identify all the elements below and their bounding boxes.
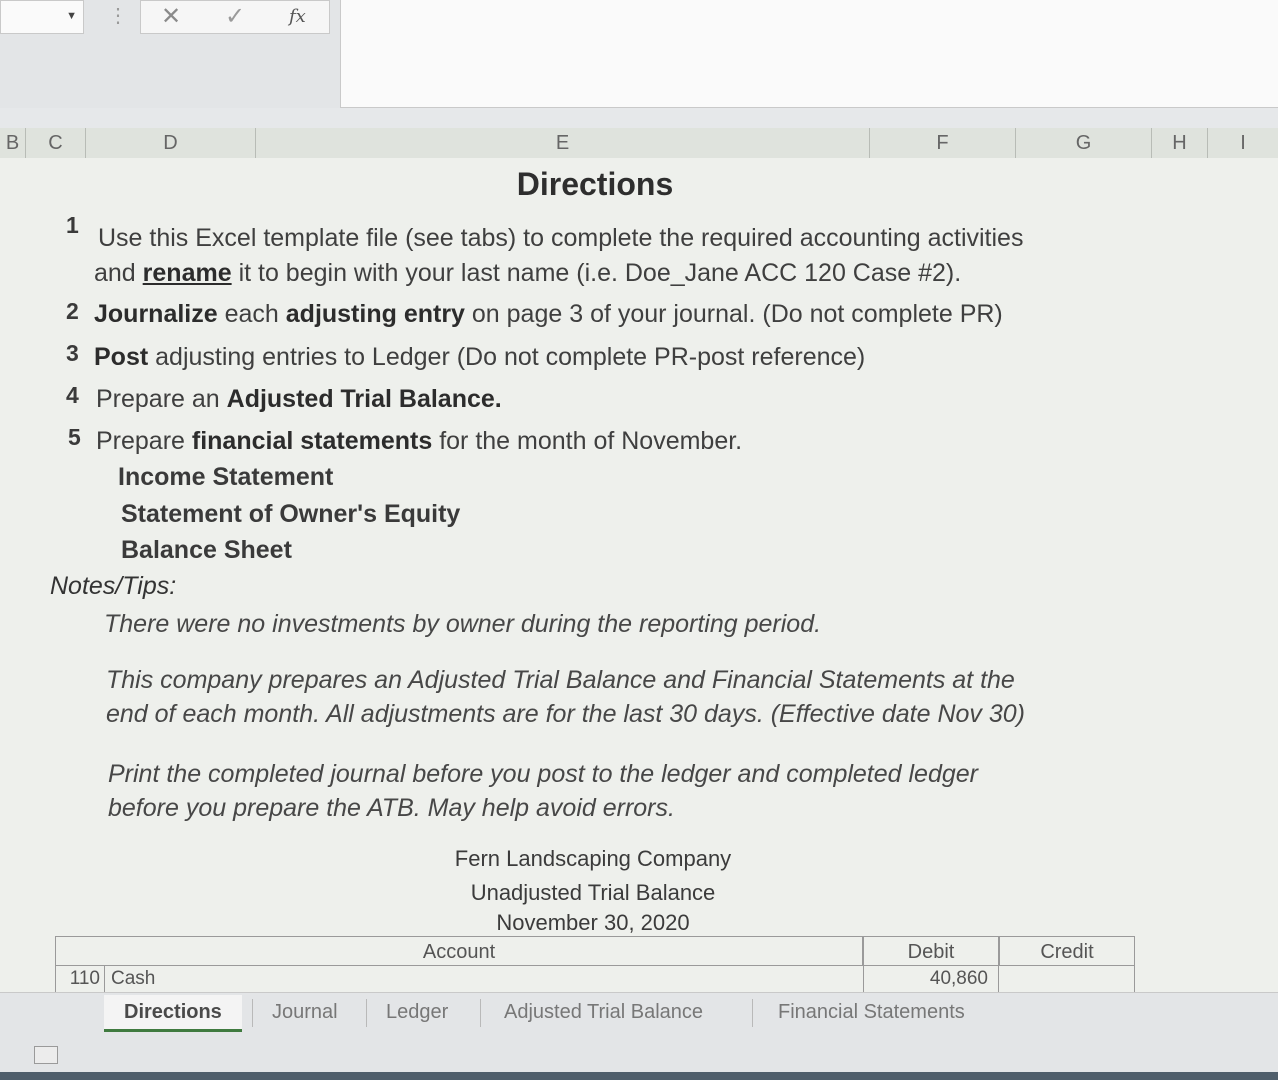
status-bar	[0, 1038, 1278, 1072]
sheet-tabs: Directions Journal Ledger Adjusted Trial…	[0, 992, 1278, 1039]
worksheet[interactable]: Directions 1 Use this Excel template fil…	[0, 158, 1278, 992]
note-text: There were no investments by owner durin…	[104, 610, 822, 638]
column-header-f[interactable]: F	[870, 128, 1016, 158]
trial-balance-table: Account Debit Credit 110 Cash 40,860	[55, 936, 1135, 992]
taskbar-edge	[0, 1072, 1278, 1080]
statement-income: Income Statement	[118, 463, 334, 491]
formula-input[interactable]	[340, 0, 1278, 108]
step-number: 2	[66, 298, 79, 324]
column-header-e[interactable]: E	[256, 128, 870, 158]
column-headers: B C D E F G H I	[0, 128, 1278, 159]
formula-bar: ▼ ⋮ ✕ ✓ fx	[0, 0, 1278, 108]
step-text: Prepare financial statements for the mon…	[96, 427, 743, 455]
step-text-continued: and rename it to begin with your last na…	[94, 259, 962, 287]
tab-directions[interactable]: Directions	[104, 995, 242, 1032]
account-name[interactable]: Cash	[111, 966, 861, 992]
tab-divider	[480, 999, 481, 1027]
step-number: 4	[66, 382, 79, 408]
tab-divider	[366, 999, 367, 1027]
page-title: Directions	[516, 166, 674, 202]
tab-divider	[752, 999, 753, 1027]
note-text: before you prepare the ATB. May help avo…	[108, 794, 675, 822]
formula-buttons: ✕ ✓ fx	[140, 0, 330, 34]
step-text: Use this Excel template file (see tabs) …	[98, 224, 1024, 252]
report-date: November 30, 2020	[496, 910, 690, 935]
statement-owners-equity: Statement of Owner's Equity	[121, 500, 461, 528]
column-header-c[interactable]: C	[26, 128, 86, 158]
tab-divider	[252, 999, 253, 1027]
cancel-icon[interactable]: ✕	[161, 3, 181, 31]
company-name: Fern Landscaping Company	[454, 846, 732, 871]
tab-ledger[interactable]: Ledger	[386, 995, 448, 1029]
column-header-account: Account	[55, 936, 863, 966]
column-header-h[interactable]: H	[1152, 128, 1208, 158]
note-text: This company prepares an Adjusted Trial …	[106, 666, 1015, 694]
tab-financial-statements[interactable]: Financial Statements	[778, 995, 965, 1029]
drag-handle-icon[interactable]: ⋮	[108, 2, 128, 30]
report-title: Unadjusted Trial Balance	[470, 880, 716, 905]
insert-function-icon[interactable]: fx	[289, 3, 306, 31]
macro-record-icon[interactable]	[34, 1046, 58, 1064]
note-text: Print the completed journal before you p…	[108, 760, 978, 788]
step-number: 3	[66, 340, 79, 366]
tab-journal[interactable]: Journal	[272, 995, 338, 1029]
step-number: 5	[68, 424, 81, 450]
note-text: end of each month. All adjustments are f…	[106, 700, 1026, 728]
credit-amount[interactable]	[999, 966, 1135, 992]
notes-header: Notes/Tips:	[50, 572, 177, 600]
check-icon[interactable]: ✓	[225, 3, 245, 31]
column-header-debit: Debit	[863, 936, 999, 966]
chevron-down-icon[interactable]: ▼	[66, 10, 77, 22]
column-header-b[interactable]: B	[0, 128, 26, 158]
debit-amount[interactable]: 40,860	[863, 966, 999, 992]
name-box[interactable]: ▼	[0, 0, 84, 34]
step-text: Prepare an Adjusted Trial Balance.	[96, 385, 502, 413]
column-header-d[interactable]: D	[86, 128, 256, 158]
account-number[interactable]: 110	[55, 966, 105, 992]
step-text: Journalize each adjusting entry on page …	[94, 300, 1003, 328]
column-header-i[interactable]: I	[1208, 128, 1278, 158]
column-header-credit: Credit	[999, 936, 1135, 966]
step-text: Post adjusting entries to Ledger (Do not…	[94, 343, 866, 371]
step-number: 1	[66, 212, 79, 238]
column-header-g[interactable]: G	[1016, 128, 1152, 158]
statement-balance-sheet: Balance Sheet	[121, 536, 292, 564]
tab-adjusted-trial-balance[interactable]: Adjusted Trial Balance	[504, 995, 703, 1029]
